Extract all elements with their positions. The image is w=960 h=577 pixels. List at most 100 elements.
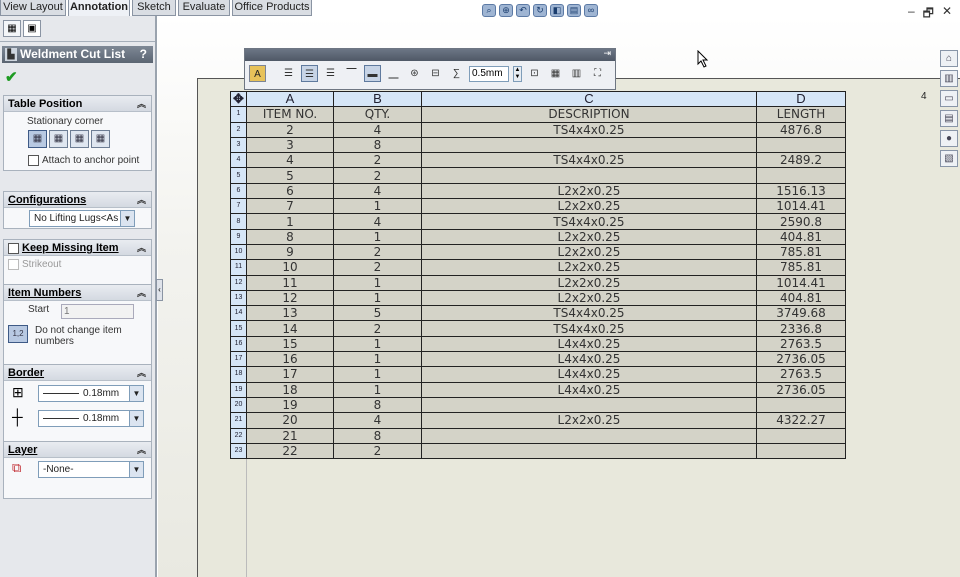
chevron-down-icon[interactable]: ▼ (129, 462, 143, 477)
help-button[interactable]: ? (140, 46, 147, 63)
table-cell[interactable]: 785.81 (756, 259, 846, 276)
align-right-icon[interactable]: ☰ (322, 65, 339, 82)
row-number[interactable]: 21 (230, 412, 247, 429)
row-number[interactable]: 2 (230, 121, 247, 138)
align-left-icon[interactable]: ☰ (280, 65, 297, 82)
row-number[interactable]: 5 (230, 167, 247, 184)
table-cell[interactable]: TS4x4x0.25 (421, 121, 757, 138)
start-input[interactable] (61, 304, 134, 319)
do-not-change-numbers-button[interactable]: 1,2 (8, 325, 28, 343)
table-cell[interactable]: 1 (246, 213, 334, 230)
table-cell[interactable]: 6 (246, 182, 334, 200)
align-center-icon[interactable]: ☰ (301, 65, 318, 82)
table-grid-icon[interactable]: ▥ (568, 65, 585, 82)
row-number[interactable]: 20 (230, 396, 247, 414)
table-cell[interactable]: 404.81 (756, 228, 846, 245)
table-cell[interactable]: 2763.5 (756, 366, 846, 383)
row-number[interactable]: 7 (230, 198, 247, 215)
home-icon[interactable]: ⌂ (940, 50, 958, 67)
table-cell[interactable]: 2736.05 (756, 351, 846, 368)
row-number[interactable]: 3 (230, 136, 247, 154)
table-cell[interactable]: L2x2x0.25 (421, 182, 757, 200)
view-palette-icon[interactable]: ▤ (940, 110, 958, 127)
table-cell[interactable]: 3 (246, 136, 334, 154)
table-cell[interactable]: L2x2x0.25 (421, 228, 757, 245)
table-cell[interactable]: 404.81 (756, 289, 846, 307)
bottom-left-corner-button[interactable]: ▦ (70, 130, 89, 148)
close-icon[interactable]: ✕ (942, 4, 952, 25)
zoom-to-fit-icon[interactable]: ⌕ (482, 4, 496, 17)
table-cell[interactable]: 8 (333, 136, 422, 154)
table-properties-icon[interactable]: ▦ (547, 65, 564, 82)
table-cell[interactable]: 15 (246, 335, 334, 353)
bottom-right-corner-button[interactable]: ▦ (91, 130, 110, 148)
feature-manager-tab-icon[interactable]: ▦ (3, 20, 21, 37)
view-orientation-icon[interactable]: ◧ (550, 4, 564, 17)
align-top-icon[interactable]: ⎺ (343, 65, 360, 82)
collapse-chevron-icon[interactable]: ︽ (137, 240, 146, 256)
table-cell[interactable]: 19 (246, 396, 334, 414)
table-cell[interactable] (421, 396, 757, 414)
table-cell[interactable]: 1 (333, 351, 422, 368)
table-cell[interactable]: 18 (246, 381, 334, 398)
row-number[interactable]: 13 (230, 289, 247, 307)
tab-evaluate[interactable]: Evaluate (178, 0, 230, 16)
table-cell[interactable]: TS4x4x0.25 (421, 305, 757, 322)
table-cell[interactable]: TS4x4x0.25 (421, 152, 757, 169)
ok-checkmark-icon[interactable]: ✔ (5, 68, 18, 86)
table-cell[interactable]: 8 (333, 427, 422, 444)
custom-properties-icon[interactable]: ▧ (940, 150, 958, 167)
group-header[interactable]: Keep Missing Item ︽ (4, 240, 151, 256)
table-cell[interactable]: 2489.2 (756, 152, 846, 169)
table-cell[interactable]: 2336.8 (756, 320, 846, 337)
table-cell[interactable]: 16 (246, 351, 334, 368)
table-cell[interactable]: L4x4x0.25 (421, 381, 757, 398)
collapse-chevron-icon[interactable]: ︽ (137, 442, 146, 458)
table-cell[interactable]: 3749.68 (756, 305, 846, 322)
font-size-input[interactable]: 0.5mm (469, 65, 509, 82)
table-cell[interactable]: 8 (333, 396, 422, 414)
table-cell[interactable]: TS4x4x0.25 (421, 213, 757, 230)
table-cell[interactable] (756, 396, 846, 414)
configuration-select[interactable]: No Lifting Lugs<As M ▼ (29, 210, 135, 227)
restore-icon[interactable]: 🗗 (923, 4, 934, 25)
tab-sketch[interactable]: Sketch (132, 0, 176, 16)
hide-show-icon[interactable]: ∞ (584, 4, 598, 17)
table-cell[interactable]: 1516.13 (756, 182, 846, 200)
font-icon[interactable]: A (249, 65, 266, 82)
table-cell[interactable]: 12 (246, 289, 334, 307)
table-cell[interactable]: 4876.8 (756, 121, 846, 138)
display-style-icon[interactable]: ▤ (567, 4, 581, 17)
table-cell[interactable]: 2 (246, 121, 334, 138)
table-cell[interactable] (756, 427, 846, 444)
table-cell[interactable]: 1 (333, 381, 422, 398)
table-cell[interactable]: 5 (333, 305, 422, 322)
chevron-down-icon[interactable]: ▼ (120, 211, 134, 226)
outer-border-select[interactable]: 0.18mm ▼ (38, 385, 144, 402)
sum-icon[interactable]: ∑ (448, 65, 465, 82)
row-number[interactable]: 4 (230, 152, 247, 169)
table-cell[interactable]: 1 (333, 366, 422, 383)
inner-border-select[interactable]: 0.18mm ▼ (38, 410, 144, 427)
header-cell[interactable]: DESCRIPTION (421, 106, 757, 123)
table-cell[interactable]: L2x2x0.25 (421, 289, 757, 307)
row-number[interactable]: 23 (230, 442, 247, 460)
zoom-to-area-icon[interactable]: ⊕ (499, 4, 513, 17)
row-number[interactable]: 11 (230, 259, 247, 276)
table-cell[interactable] (421, 136, 757, 154)
table-cell[interactable] (756, 136, 846, 154)
merge-cells-icon[interactable]: ⊟ (427, 65, 444, 82)
table-cell[interactable] (421, 427, 757, 444)
column-letter[interactable]: B (333, 90, 422, 108)
table-cell[interactable]: 2 (333, 243, 422, 261)
collapse-chevron-icon[interactable]: ︽ (137, 192, 146, 208)
column-letter[interactable]: D (756, 90, 846, 108)
table-cell[interactable]: 2590.8 (756, 213, 846, 230)
chevron-down-icon[interactable]: ▼ (129, 386, 143, 401)
table-cell[interactable]: L4x4x0.25 (421, 351, 757, 368)
table-cell[interactable]: 1014.41 (756, 198, 846, 215)
property-manager-tab-icon[interactable]: ▣ (23, 20, 41, 37)
table-cell[interactable]: 7 (246, 198, 334, 215)
lock-icon[interactable]: ⊡ (526, 65, 543, 82)
row-number[interactable]: 22 (230, 427, 247, 444)
